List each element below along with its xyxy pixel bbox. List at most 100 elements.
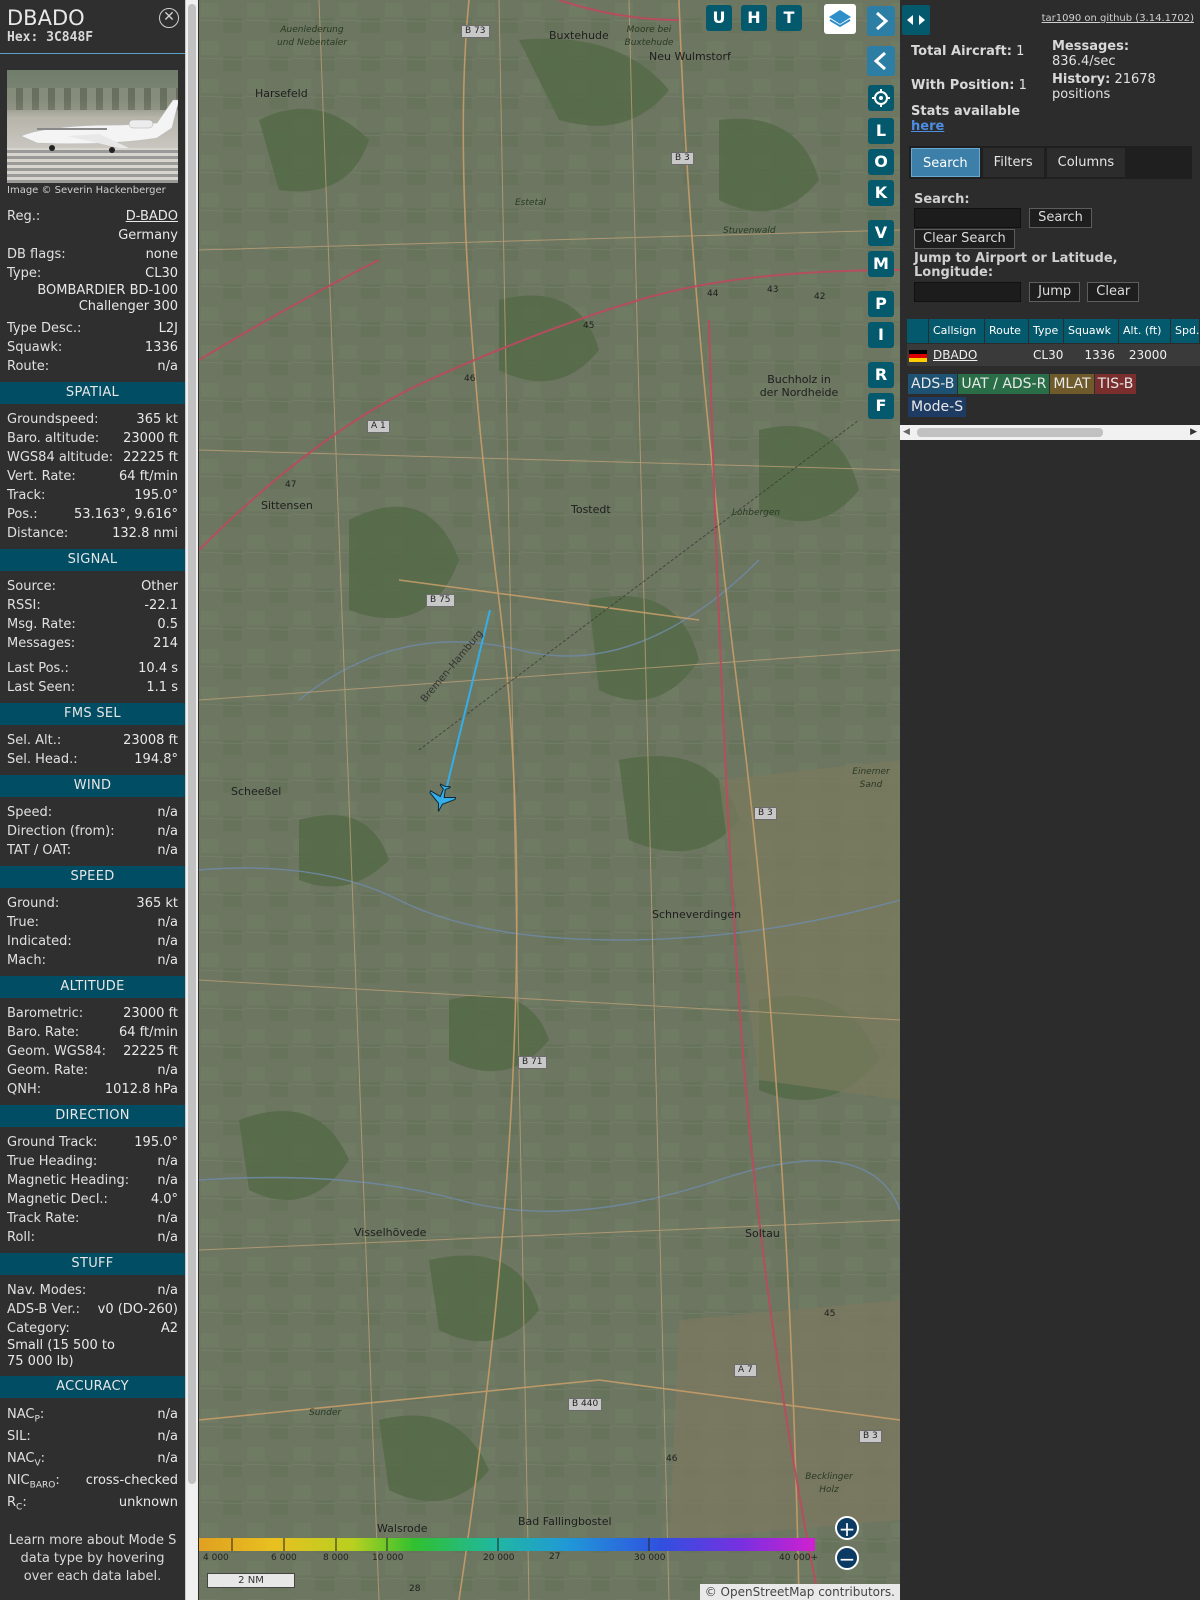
- info-row-barometric[interactable]: Barometric: 23000 ft: [0, 1004, 185, 1023]
- info-row-last-pos[interactable]: Last Pos.: 10.4 s: [0, 659, 185, 678]
- info-row-speed[interactable]: Speed: n/a: [0, 803, 185, 822]
- map-view[interactable]: Buxtehude Neu Wulmstorf Harsefeld Sitten…: [199, 0, 900, 1600]
- info-row-tat-oat[interactable]: TAT / OAT: n/a: [0, 841, 185, 860]
- row-rc[interactable]: RC: unknown: [0, 1492, 185, 1514]
- info-row-true[interactable]: True: n/a: [0, 913, 185, 932]
- map-button-t[interactable]: T: [776, 5, 802, 31]
- info-row-route[interactable]: Route: n/a: [0, 357, 185, 376]
- row-nic-baro[interactable]: NICBARO: cross-checked: [0, 1470, 185, 1492]
- info-row-true-heading[interactable]: True Heading: n/a: [0, 1152, 185, 1171]
- info-row-squawk[interactable]: Squawk: 1336: [0, 338, 185, 357]
- close-icon[interactable]: ✕: [159, 8, 179, 28]
- info-row-type-desc[interactable]: Type Desc.: L2J: [0, 319, 185, 338]
- map-button-h[interactable]: H: [741, 5, 767, 31]
- map-button-i[interactable]: I: [868, 322, 894, 348]
- info-row-db-flags[interactable]: DB flags: none: [0, 245, 185, 264]
- row-sil[interactable]: SIL: n/a: [0, 1426, 185, 1448]
- prev-arrow-button[interactable]: [867, 46, 895, 76]
- settings-button[interactable]: [868, 85, 894, 111]
- info-row-reg[interactable]: Reg.: D-BADO: [0, 207, 185, 226]
- jump-input[interactable]: [914, 282, 1021, 302]
- info-row-ground[interactable]: Ground: 365 kt: [0, 894, 185, 913]
- junction-number: 45: [583, 321, 595, 331]
- area-label: Becklinger Holz: [805, 1472, 853, 1495]
- jump-button[interactable]: Jump: [1029, 282, 1081, 302]
- layers-button[interactable]: [824, 4, 856, 34]
- info-row-rssi[interactable]: RSSI: -22.1: [0, 596, 185, 615]
- tab-search[interactable]: Search: [911, 148, 980, 177]
- map-button-v[interactable]: V: [868, 220, 894, 246]
- info-row-type[interactable]: Type: CL30: [0, 264, 185, 283]
- search-input[interactable]: [914, 208, 1021, 228]
- next-arrow-button[interactable]: [867, 6, 895, 36]
- info-row-last-seen[interactable]: Last Seen: 1.1 s: [0, 678, 185, 697]
- info-row-ads-b-ver[interactable]: ADS-B Ver.: v0 (DO-260): [0, 1300, 185, 1319]
- info-row-qnh[interactable]: QNH: 1012.8 hPa: [0, 1080, 185, 1099]
- clear-search-button[interactable]: Clear Search: [914, 229, 1015, 249]
- altitude-scale-tick: 6 000: [271, 1553, 297, 1563]
- info-panel-scrollbar[interactable]: [185, 0, 198, 1600]
- info-row-nav-modes[interactable]: Nav. Modes: n/a: [0, 1281, 185, 1300]
- row-callsign[interactable]: DBADO: [929, 344, 985, 366]
- table-row[interactable]: DBADO CL30 1336 23000: [907, 344, 1200, 366]
- map-button-r[interactable]: R: [868, 362, 894, 388]
- info-row-indicated[interactable]: Indicated: n/a: [0, 932, 185, 951]
- map-button-k[interactable]: K: [868, 180, 894, 206]
- info-row-messages[interactable]: Messages: 214: [0, 634, 185, 653]
- info-value[interactable]: D-BADO: [126, 207, 178, 226]
- column-header-type[interactable]: Type: [1029, 319, 1064, 343]
- info-row-msg-rate[interactable]: Msg. Rate: 0.5: [0, 615, 185, 634]
- info-row-track[interactable]: Track: 195.0°: [0, 486, 185, 505]
- info-row-category[interactable]: Category: A2: [0, 1319, 185, 1338]
- nacp-sub: P: [34, 1414, 40, 1425]
- column-header-squawk[interactable]: Squawk: [1064, 319, 1119, 343]
- info-row-blank[interactable]: Germany: [0, 226, 185, 245]
- info-row-vert-rate[interactable]: Vert. Rate: 64 ft/min: [0, 467, 185, 486]
- info-row-geom-wgs84[interactable]: Geom. WGS84: 22225 ft: [0, 1042, 185, 1061]
- map-button-o[interactable]: O: [868, 149, 894, 175]
- map-button-u[interactable]: U: [706, 5, 732, 31]
- info-row-direction-from[interactable]: Direction (from): n/a: [0, 822, 185, 841]
- info-row-geom-rate[interactable]: Geom. Rate: n/a: [0, 1061, 185, 1080]
- map-button-p[interactable]: P: [868, 291, 894, 317]
- info-row-wgs84-altitude[interactable]: WGS84 altitude: 22225 ft: [0, 448, 185, 467]
- tab-columns[interactable]: Columns: [1046, 148, 1126, 177]
- info-row-pos[interactable]: Pos.: 53.163°, 9.616°: [0, 505, 185, 524]
- sidebar-toggle-button[interactable]: [902, 5, 930, 35]
- tab-filters[interactable]: Filters: [982, 148, 1044, 177]
- map-attribution[interactable]: © OpenStreetMap contributors.: [699, 1584, 900, 1600]
- column-header-flag[interactable]: [907, 319, 929, 343]
- column-header-callsign[interactable]: Callsign: [929, 319, 985, 343]
- info-row-source[interactable]: Source: Other: [0, 577, 185, 596]
- search-button[interactable]: Search: [1029, 208, 1092, 228]
- column-header-speed[interactable]: Spd.: [1171, 319, 1200, 343]
- table-horizontal-scrollbar[interactable]: ◀ ▶: [900, 425, 1200, 440]
- row-speed: [1171, 344, 1200, 366]
- info-row-roll[interactable]: Roll: n/a: [0, 1228, 185, 1247]
- info-row-mach[interactable]: Mach: n/a: [0, 951, 185, 970]
- info-row-magnetic-decl[interactable]: Magnetic Decl.: 4.0°: [0, 1190, 185, 1209]
- info-row-ground-track[interactable]: Ground Track: 195.0°: [0, 1133, 185, 1152]
- column-header-route[interactable]: Route: [985, 319, 1029, 343]
- clear-jump-button[interactable]: Clear: [1087, 282, 1140, 302]
- row-nacp[interactable]: NACP: n/a: [0, 1404, 185, 1426]
- info-row-distance[interactable]: Distance: 132.8 nmi: [0, 524, 185, 543]
- info-row-magnetic-heading[interactable]: Magnetic Heading: n/a: [0, 1171, 185, 1190]
- info-row-groundspeed[interactable]: Groundspeed: 365 kt: [0, 410, 185, 429]
- github-link[interactable]: tar1090 on github (3.14.1702): [1042, 13, 1194, 24]
- zoom-out-button[interactable]: −: [835, 1546, 859, 1571]
- column-header-altitude[interactable]: Alt. (ft): [1119, 319, 1171, 343]
- info-row-baro-altitude[interactable]: Baro. altitude: 23000 ft: [0, 429, 185, 448]
- info-row-sel-alt[interactable]: Sel. Alt.: 23008 ft: [0, 731, 185, 750]
- map-button-l[interactable]: L: [868, 118, 894, 144]
- row-nacv[interactable]: NACV: n/a: [0, 1448, 185, 1470]
- aircraft-photo[interactable]: [7, 70, 178, 183]
- info-value: 10.4 s: [138, 661, 178, 676]
- info-row-track-rate[interactable]: Track Rate: n/a: [0, 1209, 185, 1228]
- map-button-f[interactable]: F: [868, 393, 894, 419]
- map-button-m[interactable]: M: [868, 251, 894, 277]
- info-row-sel-head[interactable]: Sel. Head.: 194.8°: [0, 750, 185, 769]
- zoom-in-button[interactable]: +: [835, 1516, 859, 1541]
- stats-here-link[interactable]: here: [911, 119, 944, 134]
- info-row-baro-rate[interactable]: Baro. Rate: 64 ft/min: [0, 1023, 185, 1042]
